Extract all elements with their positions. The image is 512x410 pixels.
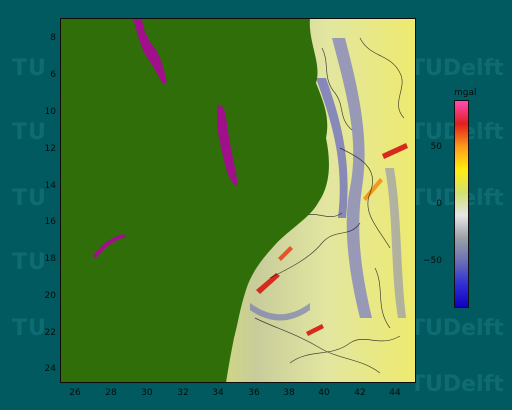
y-tick-label: 20 [44, 291, 56, 301]
watermark-tudelft: TUDelft [410, 316, 504, 341]
y-tick-label: 10 [44, 107, 56, 117]
colorbar-unit: mgal [454, 88, 477, 98]
y-tick-label: 22 [44, 328, 56, 338]
x-tick-label: 38 [283, 388, 295, 398]
colorbar-label: 0 [436, 199, 442, 209]
x-tick-label: 32 [177, 388, 189, 398]
colorbar-legend: mgal 50 0 −50 [423, 88, 510, 318]
x-tick-label: 40 [318, 388, 330, 398]
watermark-tu: TU [12, 120, 47, 145]
colorbar-label: 50 [430, 142, 442, 152]
gravity-map [60, 18, 416, 383]
x-tick-label: 30 [141, 388, 153, 398]
y-tick-label: 18 [44, 254, 56, 264]
x-tick-label: 26 [69, 388, 81, 398]
y-tick-label: 8 [50, 33, 56, 43]
gravity-map-canvas [60, 18, 416, 383]
x-tick-label: 36 [248, 388, 260, 398]
y-tick-label: 24 [44, 364, 56, 374]
y-tick-label: 16 [44, 217, 56, 227]
watermark-tudelft: TUDelft [410, 56, 504, 81]
colorbar-label: −50 [423, 256, 442, 266]
x-tick-label: 42 [354, 388, 366, 398]
colorbar-scale [454, 100, 469, 308]
y-tick-label: 6 [50, 70, 56, 80]
y-tick-label: 14 [44, 181, 56, 191]
y-tick-label: 12 [44, 144, 56, 154]
x-tick-label: 34 [212, 388, 224, 398]
x-tick-label: 28 [105, 388, 117, 398]
watermark-tudelft: TUDelft [410, 372, 504, 397]
x-tick-label: 44 [389, 388, 401, 398]
